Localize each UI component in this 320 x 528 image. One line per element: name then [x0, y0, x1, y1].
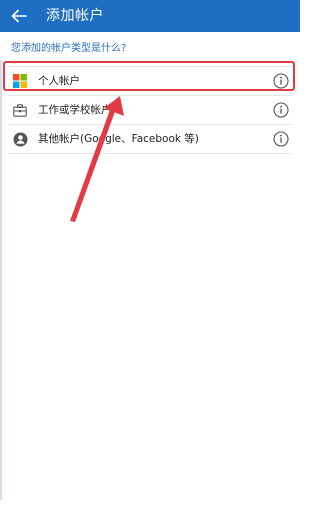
- edge-divider: [0, 60, 2, 500]
- info-icon[interactable]: [272, 72, 290, 90]
- back-button[interactable]: [8, 6, 30, 26]
- account-option-label: 其他帐户(Google、Facebook 等): [38, 133, 199, 145]
- account-option-label: 工作或学校帐户: [38, 104, 112, 116]
- account-type-question: 您添加的帐户类型是什么?: [11, 43, 127, 54]
- account-option-work-school[interactable]: 工作或学校帐户: [8, 96, 292, 125]
- microsoft-logo-icon: [12, 73, 28, 89]
- person-circle-icon: [12, 131, 28, 147]
- add-account-screen: 添加帐户 您添加的帐户类型是什么? 个人帐户 工作或学校帐户 其他帐户(Goog…: [0, 0, 300, 528]
- app-bar: 添加帐户: [0, 0, 300, 32]
- info-icon[interactable]: [272, 130, 290, 148]
- arrow-left-icon: [11, 9, 27, 23]
- briefcase-icon: [12, 102, 28, 118]
- account-option-personal[interactable]: 个人帐户: [8, 66, 292, 96]
- info-icon[interactable]: [272, 101, 290, 119]
- page-title: 添加帐户: [46, 8, 104, 24]
- account-option-label: 个人帐户: [38, 75, 80, 87]
- account-option-other[interactable]: 其他帐户(Google、Facebook 等): [8, 125, 292, 154]
- account-type-list: 个人帐户 工作或学校帐户 其他帐户(Google、Facebook 等): [0, 66, 300, 154]
